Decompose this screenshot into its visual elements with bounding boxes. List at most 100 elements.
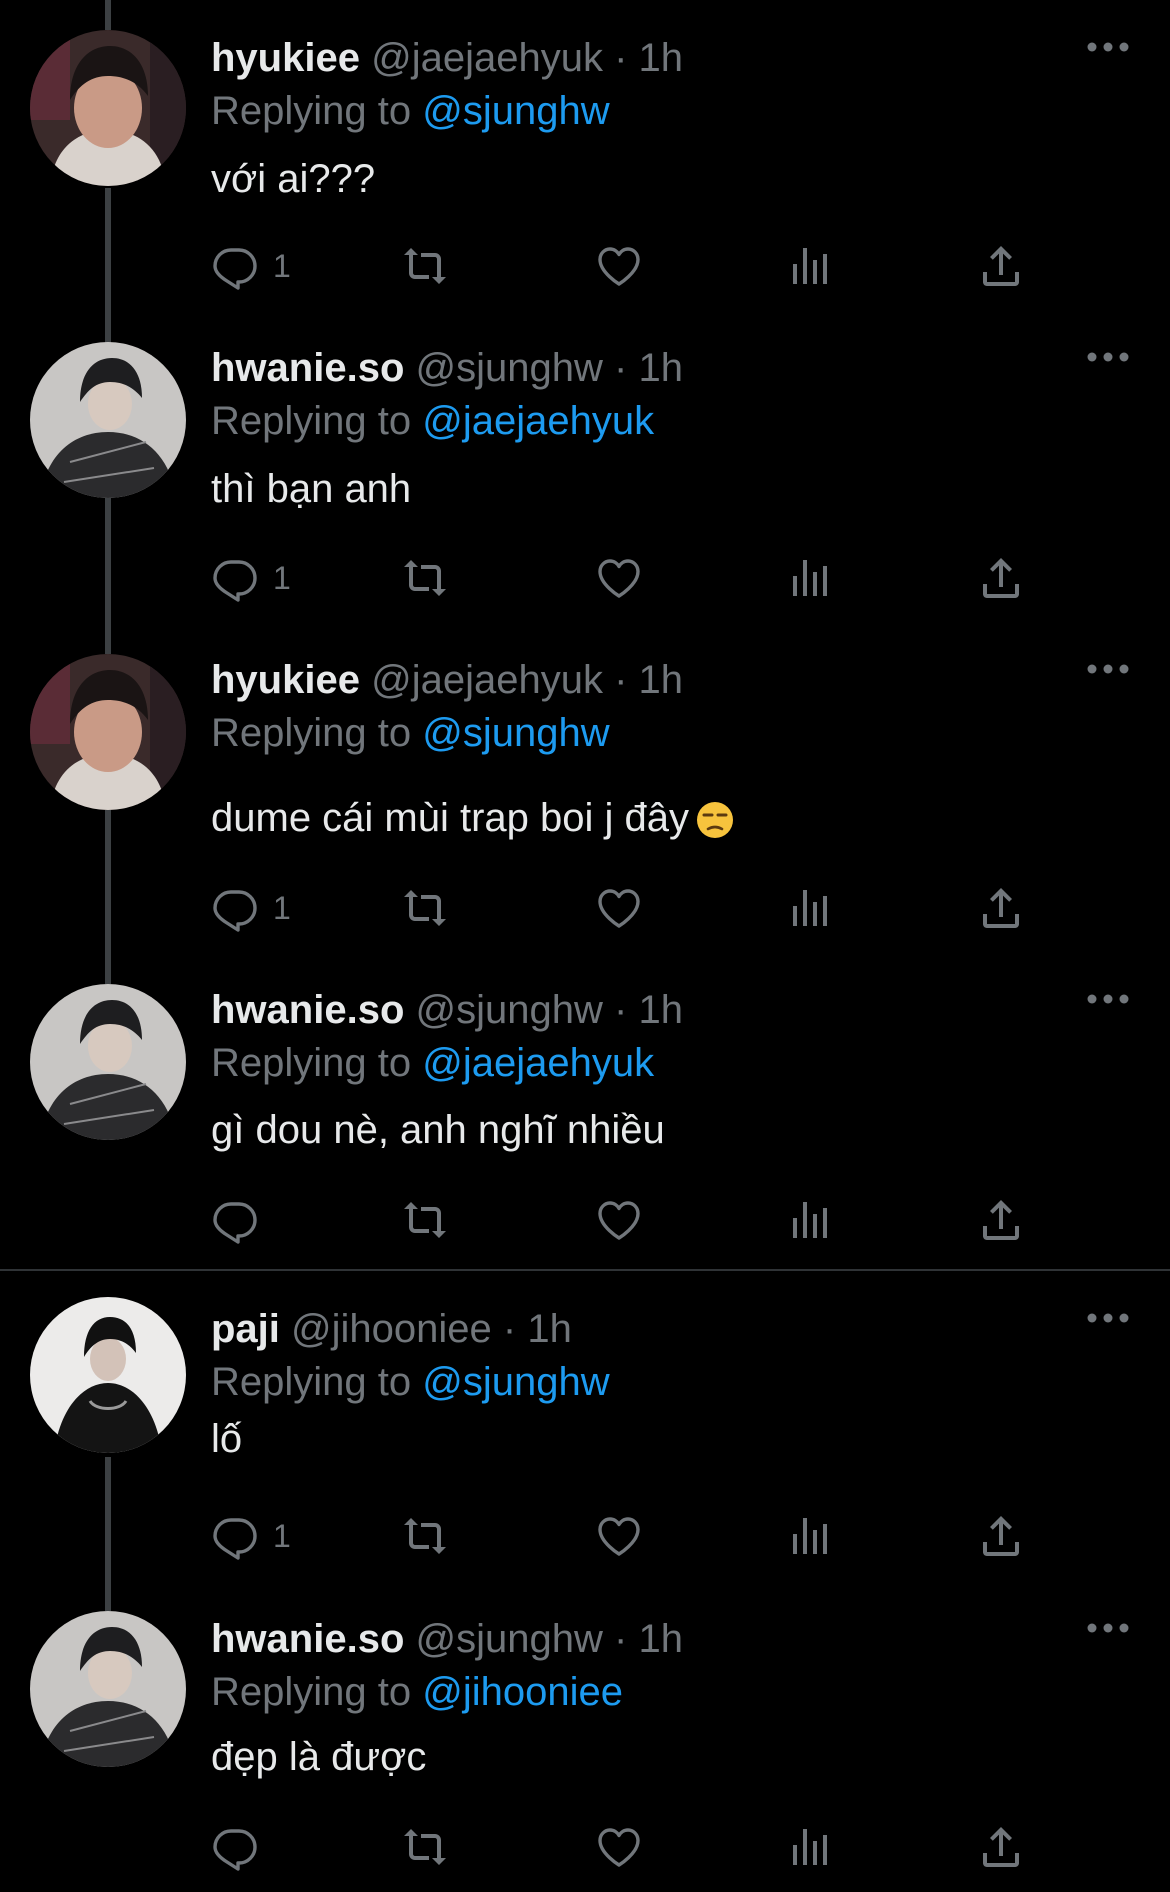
- avatar[interactable]: [30, 984, 186, 1140]
- replying-to-mention[interactable]: @sjunghw: [422, 89, 609, 133]
- avatar[interactable]: [30, 1611, 186, 1767]
- views-icon: [787, 1512, 835, 1560]
- share-button[interactable]: [977, 1817, 1025, 1877]
- more-options-button[interactable]: [1086, 1311, 1130, 1347]
- like-icon: [595, 1512, 643, 1560]
- tweet[interactable]: hwanie.so @sjunghw · 1h Replying to @jae…: [0, 952, 1170, 1270]
- user-handle[interactable]: @jihooniee: [291, 1307, 492, 1351]
- replying-to: Replying to @jaejaehyuk: [211, 393, 654, 449]
- display-name[interactable]: hwanie.so: [211, 988, 404, 1032]
- display-name[interactable]: hwanie.so: [211, 346, 404, 390]
- more-options-button[interactable]: [1086, 992, 1130, 1028]
- tweet[interactable]: hyukiee @jaejaehyuk · 1h Replying to @sj…: [0, 0, 1170, 310]
- retweet-button[interactable]: [401, 878, 449, 938]
- tweet-actions: 1: [211, 236, 1051, 296]
- avatar[interactable]: [30, 30, 186, 186]
- share-button[interactable]: [977, 548, 1025, 608]
- like-button[interactable]: [595, 548, 643, 608]
- like-button[interactable]: [595, 236, 643, 296]
- replying-to-mention[interactable]: @jaejaehyuk: [422, 1041, 654, 1085]
- replying-to: Replying to @sjunghw: [211, 1354, 610, 1410]
- tweet-text-content: gì dou nè, anh nghĩ nhiều: [211, 1108, 665, 1152]
- tweet[interactable]: paji @jihooniee · 1h Replying to @sjungh…: [0, 1271, 1170, 1581]
- reply-icon: [211, 1196, 259, 1244]
- display-name[interactable]: hyukiee: [211, 658, 360, 702]
- user-handle[interactable]: @sjunghw: [416, 346, 603, 390]
- more-options-button[interactable]: [1086, 40, 1130, 76]
- share-button[interactable]: [977, 878, 1025, 938]
- user-handle[interactable]: @sjunghw: [416, 988, 603, 1032]
- views-button[interactable]: [787, 1817, 835, 1877]
- separator-dot: ·: [502, 1307, 517, 1351]
- avatar[interactable]: [30, 654, 186, 810]
- reply-button[interactable]: 1: [211, 878, 291, 938]
- like-button[interactable]: [595, 1817, 643, 1877]
- like-button[interactable]: [595, 1190, 643, 1250]
- more-icon: [1086, 1312, 1130, 1324]
- like-icon: [595, 1196, 643, 1244]
- avatar[interactable]: [30, 1297, 186, 1453]
- separator-dot: ·: [614, 1617, 628, 1661]
- more-icon: [1086, 1622, 1130, 1634]
- share-button[interactable]: [977, 1190, 1025, 1250]
- replying-to-mention[interactable]: @jihooniee: [422, 1670, 623, 1714]
- user-handle[interactable]: @jaejaehyuk: [371, 36, 603, 80]
- user-handle[interactable]: @sjunghw: [416, 1617, 603, 1661]
- replying-to-mention[interactable]: @sjunghw: [422, 1360, 609, 1404]
- tweet-text-content: với ai???: [211, 157, 376, 201]
- replying-to-mention[interactable]: @sjunghw: [422, 711, 609, 755]
- display-name[interactable]: hwanie.so: [211, 1617, 404, 1661]
- views-button[interactable]: [787, 1190, 835, 1250]
- timestamp[interactable]: 1h: [638, 1617, 683, 1661]
- retweet-button[interactable]: [401, 548, 449, 608]
- share-button[interactable]: [977, 1506, 1025, 1566]
- tweet-text: lố: [211, 1411, 242, 1467]
- views-button[interactable]: [787, 236, 835, 296]
- retweet-button[interactable]: [401, 1190, 449, 1250]
- display-name[interactable]: hyukiee: [211, 36, 360, 80]
- retweet-button[interactable]: [401, 1817, 449, 1877]
- reply-button[interactable]: 1: [211, 236, 291, 296]
- views-icon: [787, 1823, 835, 1871]
- more-options-button[interactable]: [1086, 1621, 1130, 1657]
- avatar[interactable]: [30, 342, 186, 498]
- display-name[interactable]: paji: [211, 1307, 280, 1351]
- replying-to-label: Replying to: [211, 1360, 412, 1404]
- reply-count: 1: [273, 559, 291, 596]
- tweet-text: đẹp là được: [211, 1729, 426, 1785]
- tweet-text: dume cái mùi trap boi j đây: [211, 790, 735, 846]
- thread-line: [105, 498, 111, 622]
- timestamp[interactable]: 1h: [527, 1307, 572, 1351]
- like-button[interactable]: [595, 878, 643, 938]
- reply-button[interactable]: 1: [211, 548, 291, 608]
- tweet[interactable]: hwanie.so @sjunghw · 1h Replying to @jih…: [0, 1581, 1170, 1892]
- separator-dot: ·: [614, 36, 628, 80]
- reply-button[interactable]: [211, 1817, 273, 1877]
- tweet-actions: 1: [211, 1506, 1051, 1566]
- retweet-icon: [401, 242, 449, 290]
- reply-count: 1: [273, 247, 291, 284]
- reply-button[interactable]: [211, 1190, 273, 1250]
- tweet[interactable]: hwanie.so @sjunghw · 1h Replying to @jae…: [0, 310, 1170, 622]
- replying-to: Replying to @sjunghw: [211, 83, 610, 139]
- timestamp[interactable]: 1h: [639, 658, 684, 702]
- retweet-button[interactable]: [401, 236, 449, 296]
- reply-icon: [211, 1823, 259, 1871]
- views-button[interactable]: [787, 548, 835, 608]
- reply-button[interactable]: 1: [211, 1506, 291, 1566]
- retweet-button[interactable]: [401, 1506, 449, 1566]
- like-icon: [595, 1823, 643, 1871]
- user-handle[interactable]: @jaejaehyuk: [371, 658, 603, 702]
- tweet[interactable]: hyukiee @jaejaehyuk · 1h Replying to @sj…: [0, 622, 1170, 952]
- timestamp[interactable]: 1h: [639, 36, 684, 80]
- timestamp[interactable]: 1h: [638, 988, 683, 1032]
- views-button[interactable]: [787, 1506, 835, 1566]
- views-button[interactable]: [787, 878, 835, 938]
- more-options-button[interactable]: [1086, 350, 1130, 386]
- more-options-button[interactable]: [1086, 662, 1130, 698]
- share-icon: [977, 554, 1025, 602]
- timestamp[interactable]: 1h: [638, 346, 683, 390]
- share-button[interactable]: [977, 236, 1025, 296]
- like-button[interactable]: [595, 1506, 643, 1566]
- replying-to-mention[interactable]: @jaejaehyuk: [422, 399, 654, 443]
